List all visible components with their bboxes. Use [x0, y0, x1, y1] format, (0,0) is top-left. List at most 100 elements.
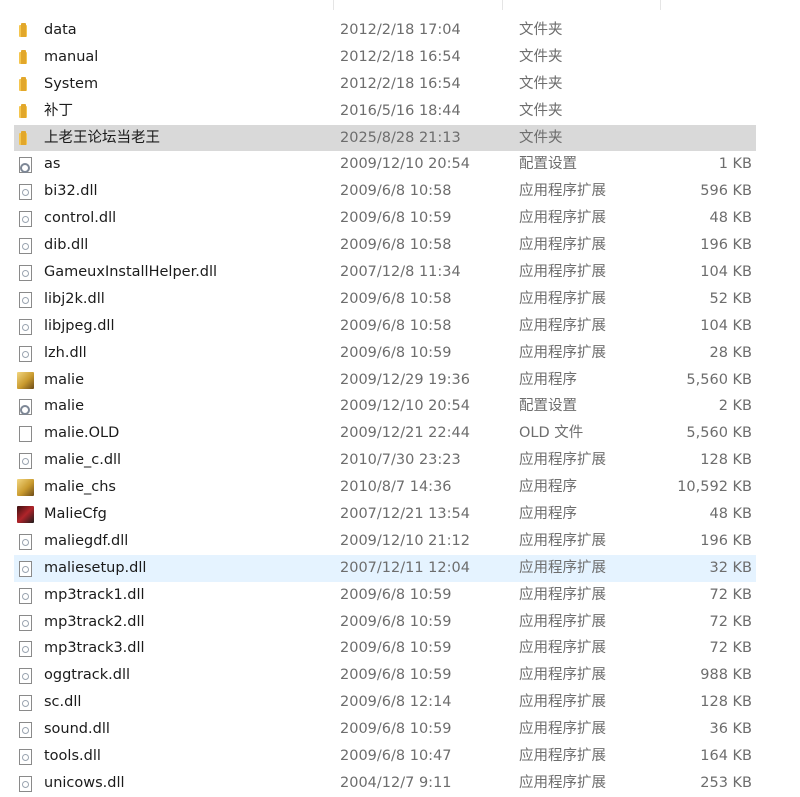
file-name: unicows.dll	[44, 774, 125, 791]
file-date-modified: 2012/2/18 17:04	[340, 22, 461, 38]
file-row[interactable]: libj2k.dll 2009/6/8 10:58 应用程序扩展 52 KB	[14, 286, 756, 313]
file-row[interactable]: sound.dll 2009/6/8 10:59 应用程序扩展 36 KB	[14, 716, 756, 743]
doc-icon	[17, 587, 33, 604]
config-icon	[17, 398, 33, 416]
file-row[interactable]: unicows.dll 2004/12/7 9:11 应用程序扩展 253 KB	[14, 770, 756, 797]
file-date-modified: 2009/12/29 19:36	[340, 371, 470, 388]
file-row[interactable]: data 2012/2/18 17:04 文件夹	[14, 17, 756, 44]
file-row[interactable]: malie_c.dll 2010/7/30 23:23 应用程序扩展 128 K…	[14, 447, 756, 474]
file-type: 应用程序扩展	[519, 640, 606, 657]
file-type: 应用程序扩展	[519, 748, 606, 765]
file-date-modified: 2007/12/11 12:04	[340, 559, 470, 576]
file-name: libj2k.dll	[44, 290, 105, 307]
file-size: 52 KB	[709, 290, 752, 307]
file-row[interactable]: GameuxInstallHelper.dll 2007/12/8 11:34 …	[14, 259, 756, 286]
file-name: libjpeg.dll	[44, 317, 115, 334]
file-date-modified: 2009/12/10 20:54	[340, 156, 470, 173]
file-row[interactable]: maliegdf.dll 2009/12/10 21:12 应用程序扩展 196…	[14, 528, 756, 555]
file-type: 应用程序扩展	[519, 317, 606, 334]
file-size: 72 KB	[709, 586, 752, 603]
file-size: 1 KB	[718, 156, 752, 173]
file-list: data 2012/2/18 17:04 文件夹 manual 2012/2/1…	[14, 17, 756, 797]
doc-icon	[17, 775, 33, 792]
file-size: 5,560 KB	[686, 425, 752, 442]
folder-icon	[17, 22, 33, 39]
file-row[interactable]: bi32.dll 2009/6/8 10:58 应用程序扩展 596 KB	[14, 178, 756, 205]
file-type: 应用程序	[519, 479, 577, 496]
doc-icon	[17, 183, 33, 201]
file-size: 36 KB	[709, 721, 752, 738]
doc-icon	[17, 318, 33, 335]
file-row[interactable]: dib.dll 2009/6/8 10:58 应用程序扩展 196 KB	[14, 232, 756, 259]
file-date-modified: 2025/8/28 21:13	[340, 129, 461, 146]
file-size: 72 KB	[709, 640, 752, 657]
file-date-modified: 2009/6/8 10:59	[340, 640, 452, 657]
file-name: MalieCfg	[44, 506, 107, 523]
file-date-modified: 2009/6/8 10:47	[340, 748, 452, 765]
file-name: sc.dll	[44, 694, 82, 711]
file-row[interactable]: control.dll 2009/6/8 10:59 应用程序扩展 48 KB	[14, 205, 756, 232]
file-row[interactable]: maliesetup.dll 2007/12/11 12:04 应用程序扩展 3…	[14, 554, 756, 582]
file-size: 988 KB	[700, 667, 752, 684]
config-icon	[17, 156, 33, 174]
file-name: malie.OLD	[44, 425, 120, 442]
file-size: 10,592 KB	[677, 479, 752, 496]
file-row[interactable]: sc.dll 2009/6/8 12:14 应用程序扩展 128 KB	[14, 689, 756, 716]
column-divider[interactable]	[333, 0, 334, 10]
file-date-modified: 2009/12/21 22:44	[340, 425, 470, 442]
file-row[interactable]: malie.OLD 2009/12/21 22:44 OLD 文件 5,560 …	[14, 420, 756, 447]
file-row[interactable]: 补丁 2016/5/16 18:44 文件夹	[14, 98, 756, 125]
file-date-modified: 2009/6/8 10:59	[340, 586, 452, 603]
file-size: 5,560 KB	[686, 371, 752, 388]
column-divider[interactable]	[502, 0, 503, 10]
file-row[interactable]: mp3track3.dll 2009/6/8 10:59 应用程序扩展 72 K…	[14, 635, 756, 662]
file-row[interactable]: mp3track1.dll 2009/6/8 10:59 应用程序扩展 72 K…	[14, 582, 756, 609]
file-type: 应用程序扩展	[519, 532, 606, 549]
file-name: data	[44, 22, 77, 38]
app-icon	[17, 479, 34, 497]
file-row[interactable]: MalieCfg 2007/12/21 13:54 应用程序 48 KB	[14, 501, 756, 528]
file-row[interactable]: malie 2009/12/10 20:54 配置设置 2 KB	[14, 393, 756, 420]
file-type: OLD 文件	[519, 425, 584, 442]
file-row[interactable]: malie 2009/12/29 19:36 应用程序 5,560 KB	[14, 367, 756, 394]
doc-icon	[17, 291, 33, 308]
file-date-modified: 2009/6/8 10:59	[340, 613, 452, 630]
file-name: GameuxInstallHelper.dll	[44, 264, 218, 281]
file-size: 48 KB	[709, 506, 752, 523]
file-type: 应用程序扩展	[519, 667, 606, 684]
file-row[interactable]: manual 2012/2/18 16:54 文件夹	[14, 44, 756, 71]
file-size: 596 KB	[700, 183, 752, 200]
file-date-modified: 2016/5/16 18:44	[340, 102, 461, 119]
file-row[interactable]: as 2009/12/10 20:54 配置设置 1 KB	[14, 151, 756, 178]
file-row[interactable]: 上老王论坛当老王 2025/8/28 21:13 文件夹	[14, 124, 756, 152]
file-size: 48 KB	[709, 210, 752, 227]
doc-icon	[17, 210, 33, 228]
file-type: 文件夹	[519, 129, 563, 146]
file-row[interactable]: malie_chs 2010/8/7 14:36 应用程序 10,592 KB	[14, 474, 756, 501]
doc-icon	[17, 560, 33, 577]
file-row[interactable]: oggtrack.dll 2009/6/8 10:59 应用程序扩展 988 K…	[14, 662, 756, 689]
file-name: manual	[44, 48, 99, 65]
file-type: 应用程序	[519, 506, 577, 523]
file-row[interactable]: mp3track2.dll 2009/6/8 10:59 应用程序扩展 72 K…	[14, 609, 756, 636]
file-date-modified: 2009/6/8 10:59	[340, 210, 452, 227]
column-header-dividers[interactable]	[0, 0, 800, 12]
file-row[interactable]: libjpeg.dll 2009/6/8 10:58 应用程序扩展 104 KB	[14, 313, 756, 340]
file-name: malie	[44, 398, 84, 415]
file-row[interactable]: System 2012/2/18 16:54 文件夹	[14, 71, 756, 98]
file-name: sound.dll	[44, 721, 110, 738]
file-size: 253 KB	[700, 774, 752, 791]
file-date-modified: 2009/12/10 21:12	[340, 532, 470, 549]
doc-icon	[17, 237, 33, 255]
file-name: malie_c.dll	[44, 452, 122, 469]
file-row[interactable]: lzh.dll 2009/6/8 10:59 应用程序扩展 28 KB	[14, 340, 756, 367]
column-divider[interactable]	[660, 0, 661, 10]
file-size: 28 KB	[709, 344, 752, 361]
file-size: 104 KB	[700, 264, 752, 281]
file-row[interactable]: tools.dll 2009/6/8 10:47 应用程序扩展 164 KB	[14, 743, 756, 770]
file-date-modified: 2009/6/8 10:58	[340, 317, 452, 334]
file-size: 196 KB	[700, 237, 752, 254]
file-type: 文件夹	[519, 48, 563, 65]
file-type: 应用程序扩展	[519, 586, 606, 603]
blank-icon	[17, 425, 33, 443]
